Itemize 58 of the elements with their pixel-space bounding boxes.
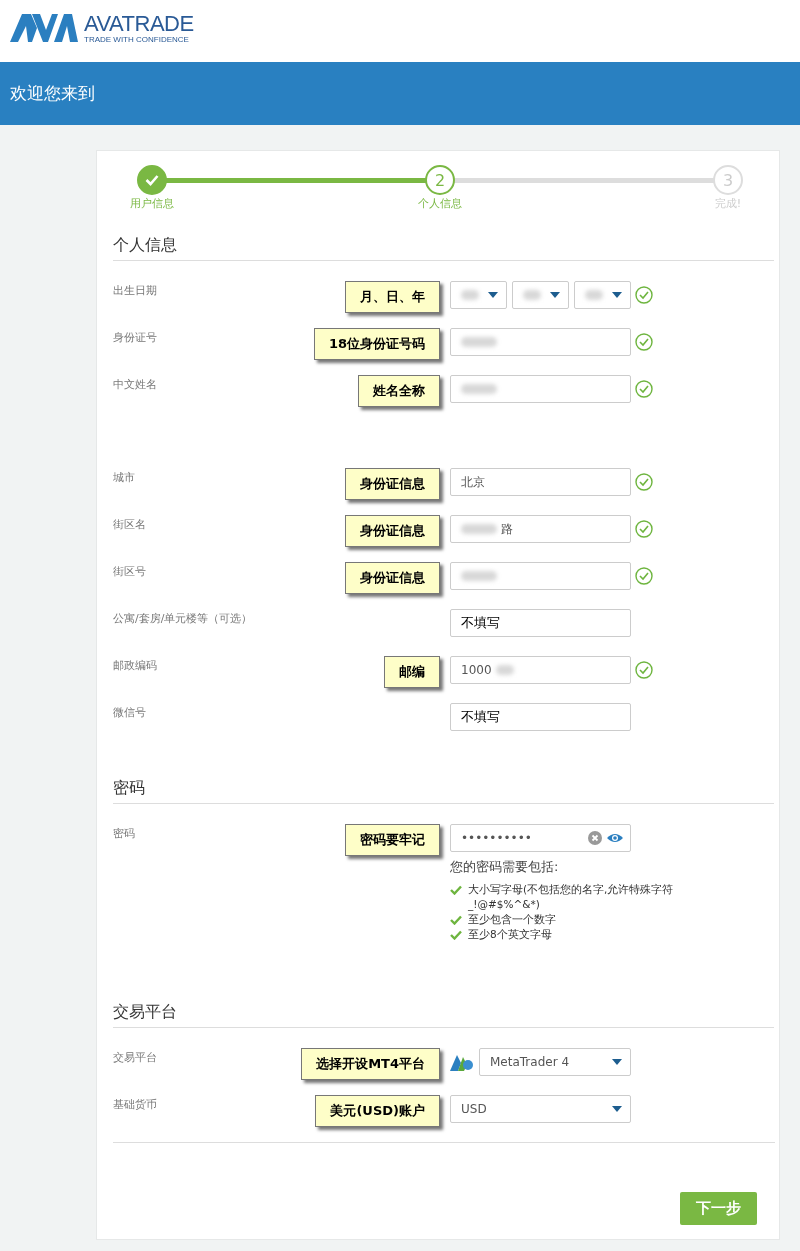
input-field[interactable]: 路: [450, 515, 631, 543]
eye-icon[interactable]: [606, 832, 624, 844]
annotation-note: 月、日、年: [345, 281, 440, 313]
date-select[interactable]: [574, 281, 631, 309]
field-label: 基础货币: [113, 1097, 158, 1112]
step-label: 用户信息: [130, 196, 174, 211]
annotation-note: 美元(USD)账户: [315, 1095, 440, 1127]
caret-icon: [612, 1059, 622, 1065]
input-field[interactable]: 不填写: [450, 609, 631, 637]
caret-icon: [488, 292, 498, 298]
annotation-note: 选择开设MT4平台: [301, 1048, 440, 1080]
field-label: 身份证号: [113, 330, 158, 345]
caret-icon: [550, 292, 560, 298]
annotation-note: 身份证信息: [345, 562, 440, 594]
step-label: 个人信息: [418, 196, 462, 211]
requirements-heading: 您的密码需要包括:: [450, 858, 560, 876]
field-label: 微信号: [113, 705, 147, 720]
requirement-text: 至少包含一个数字: [468, 912, 556, 927]
input-field[interactable]: 不填写: [450, 703, 631, 731]
logo-tagline: TRADE WITH CONFIDENCE: [84, 35, 190, 45]
field-label: 街区号: [113, 564, 147, 579]
requirement-text: 大小写字母(不包括您的名字,允许特殊字符 _!@#$%^&*): [468, 882, 675, 912]
logo-mark-icon: [10, 14, 78, 42]
step-circle: 2: [425, 165, 455, 195]
annotation-note: 身份证信息: [345, 515, 440, 547]
input-field[interactable]: [450, 375, 631, 403]
requirement-text: 至少8个英文字母: [468, 927, 552, 942]
input-field[interactable]: 1000: [450, 656, 631, 684]
annotation-note: 密码要牢记: [345, 824, 440, 856]
input-field[interactable]: [450, 328, 631, 356]
annotation-note: 身份证信息: [345, 468, 440, 500]
caret-icon: [612, 1106, 622, 1112]
date-select[interactable]: [450, 281, 507, 309]
password-field[interactable]: ••••••••••: [450, 824, 631, 852]
section-title: 交易平台: [113, 1002, 774, 1028]
field-label: 出生日期: [113, 283, 158, 298]
section-title: 个人信息: [113, 235, 774, 261]
field-label: 街区名: [113, 517, 147, 532]
field-label: 邮政编码: [113, 658, 158, 673]
section-title: 密码: [113, 778, 774, 804]
banner-title: 欢迎您来到: [10, 82, 95, 105]
annotation-note: 姓名全称: [358, 375, 440, 407]
dropdown[interactable]: MetaTrader 4: [479, 1048, 631, 1076]
check-icon: [145, 174, 159, 186]
field-label: 城市: [113, 470, 136, 485]
annotation-note: 18位身份证号码: [313, 328, 440, 360]
clear-icon[interactable]: [588, 831, 602, 845]
field-label: 密码: [113, 826, 136, 841]
field-label: 交易平台: [113, 1050, 158, 1065]
field-label: 公寓/套房/单元楼等（可选）: [113, 611, 254, 626]
input-field[interactable]: [450, 562, 631, 590]
input-field[interactable]: 北京: [450, 468, 631, 496]
caret-icon: [612, 292, 622, 298]
field-label: 中文姓名: [113, 377, 158, 392]
logo-name: AVATRADE: [84, 13, 194, 35]
annotation-note: 邮编: [384, 656, 440, 688]
dropdown[interactable]: USD: [450, 1095, 631, 1123]
date-select[interactable]: [512, 281, 569, 309]
